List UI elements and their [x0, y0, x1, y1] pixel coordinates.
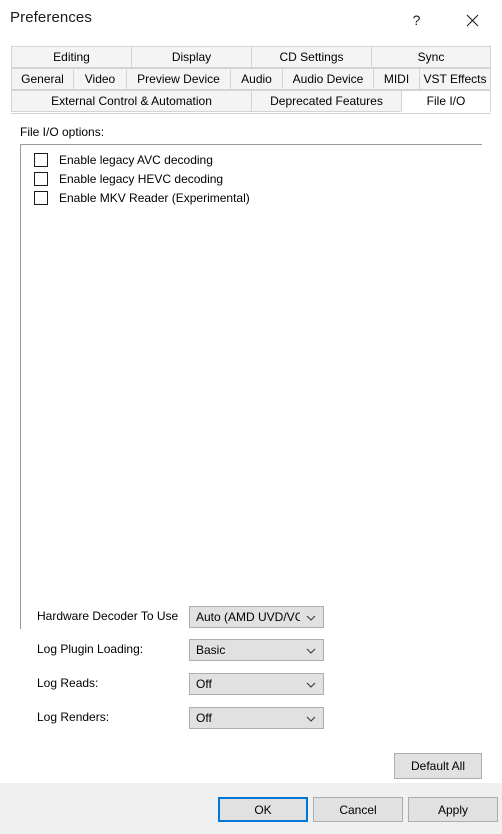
tab-deprecated-features[interactable]: Deprecated Features — [251, 90, 401, 112]
dialog-button-bar: OK Cancel Apply — [0, 782, 502, 834]
tab-content-pane: File I/O options: Enable legacy AVC deco… — [11, 113, 491, 783]
label-log-plugin-loading: Log Plugin Loading: — [37, 642, 144, 656]
tab-general[interactable]: General — [11, 68, 73, 90]
dropdown-value: Auto (AMD UVD/VCI — [196, 610, 300, 624]
tab-editing[interactable]: Editing — [11, 46, 131, 68]
title-bar: Preferences ? — [0, 0, 502, 42]
question-mark-icon: ? — [412, 13, 420, 28]
options-list-box: Enable legacy AVC decoding Enable legacy… — [20, 144, 482, 629]
ok-button[interactable]: OK — [218, 797, 308, 822]
close-icon — [466, 14, 478, 26]
label-hardware-decoder-to-use: Hardware Decoder To Use — [37, 609, 179, 623]
dropdown-value: Off — [196, 677, 212, 691]
tab-row-1: Editing Display CD Settings Sync — [11, 46, 491, 68]
default-all-button[interactable]: Default All — [394, 753, 482, 779]
tab-vst-effects[interactable]: VST Effects — [419, 68, 491, 90]
checkbox-row-legacy-hevc[interactable]: Enable legacy HEVC decoding — [34, 169, 223, 188]
checkbox-label: Enable legacy HEVC decoding — [59, 171, 224, 186]
checkbox-label: Enable legacy AVC decoding — [59, 152, 213, 167]
checkbox-row-mkv-reader[interactable]: Enable MKV Reader (Experimental) — [34, 188, 250, 207]
svg-text:?: ? — [412, 13, 420, 28]
dropdown-log-plugin-loading[interactable]: Basic — [189, 639, 324, 661]
tab-display[interactable]: Display — [131, 46, 251, 68]
tab-sync[interactable]: Sync — [371, 46, 491, 68]
dropdown-value: Basic — [196, 643, 226, 657]
checkbox-row-legacy-avc[interactable]: Enable legacy AVC decoding — [34, 150, 213, 169]
tab-audio-device[interactable]: Audio Device — [282, 68, 373, 90]
tab-audio[interactable]: Audio — [230, 68, 282, 90]
checkbox-enable-mkv-reader[interactable] — [34, 190, 48, 205]
cancel-button[interactable]: Cancel — [313, 797, 403, 822]
chevron-down-icon — [306, 615, 316, 621]
window-title: Preferences — [10, 9, 92, 26]
tab-row-3: External Control & Automation Deprecated… — [11, 90, 491, 112]
tab-row-2: General Video Preview Device Audio Audio… — [11, 68, 491, 90]
label-log-renders: Log Renders: — [37, 710, 110, 724]
chevron-down-icon — [306, 716, 316, 722]
chevron-down-icon — [306, 682, 316, 688]
tab-file-io[interactable]: File I/O — [401, 90, 491, 112]
dropdown-hardware-decoder-to-use[interactable]: Auto (AMD UVD/VCI — [189, 606, 324, 628]
tab-external-control-automation[interactable]: External Control & Automation — [11, 90, 251, 112]
dropdown-log-renders[interactable]: Off — [189, 707, 324, 729]
checkbox-enable-legacy-hevc-decoding[interactable] — [34, 171, 48, 186]
chevron-down-icon — [306, 648, 316, 654]
dropdown-log-reads[interactable]: Off — [189, 673, 324, 695]
help-button[interactable]: ? — [394, 0, 438, 40]
apply-button[interactable]: Apply — [408, 797, 498, 822]
label-log-reads: Log Reads: — [37, 676, 99, 690]
tab-video[interactable]: Video — [73, 68, 126, 90]
checkbox-enable-legacy-avc-decoding[interactable] — [34, 152, 48, 167]
options-section-label: File I/O options: — [20, 125, 105, 139]
tab-midi[interactable]: MIDI — [373, 68, 419, 90]
tab-strip: Editing Display CD Settings Sync General… — [11, 46, 491, 114]
close-button[interactable] — [450, 0, 494, 40]
checkbox-label: Enable MKV Reader (Experimental) — [59, 190, 250, 205]
tab-cd-settings[interactable]: CD Settings — [251, 46, 371, 68]
tab-preview-device[interactable]: Preview Device — [126, 68, 230, 90]
dropdown-value: Off — [196, 711, 212, 725]
